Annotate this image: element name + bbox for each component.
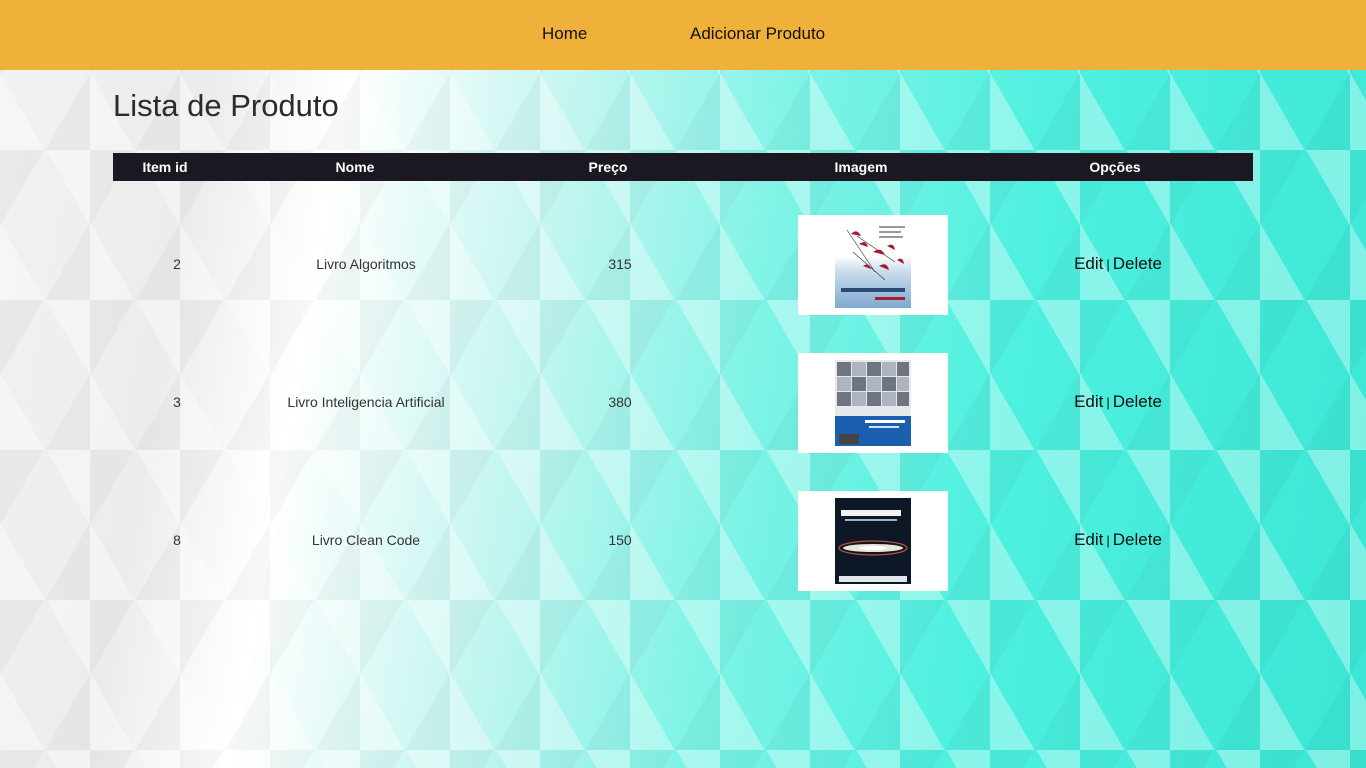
item-id-cell: 3 bbox=[173, 394, 181, 410]
algoritmos-book-cover bbox=[835, 222, 911, 308]
table-row: 2 Livro Algoritmos 315 Edit | Delete bbox=[113, 215, 1253, 315]
table-header: Item id Nome Preço Imagem Opções bbox=[113, 153, 1253, 181]
edit-link[interactable]: Edit bbox=[1074, 254, 1103, 273]
table-row: 3 Livro Inteligencia Artificial 380 Edit… bbox=[113, 353, 1253, 453]
item-id-cell: 2 bbox=[173, 256, 181, 272]
preco-cell: 150 bbox=[608, 532, 632, 548]
nav-add-product-link[interactable]: Adicionar Produto bbox=[690, 24, 825, 44]
preco-cell: 380 bbox=[608, 394, 632, 410]
delete-link[interactable]: Delete bbox=[1113, 392, 1162, 411]
row-options: Edit | Delete bbox=[1074, 392, 1162, 412]
column-header-opcoes: Opções bbox=[1089, 159, 1141, 175]
column-header-preco: Preço bbox=[588, 159, 628, 175]
column-header-item-id: Item id bbox=[142, 159, 188, 175]
options-separator: | bbox=[1106, 257, 1110, 272]
column-header-imagem: Imagem bbox=[834, 159, 888, 175]
options-separator: | bbox=[1106, 533, 1110, 548]
edit-link[interactable]: Edit bbox=[1074, 392, 1103, 411]
product-image bbox=[798, 491, 948, 591]
row-options: Edit | Delete bbox=[1074, 254, 1162, 274]
product-image bbox=[798, 353, 948, 453]
options-separator: | bbox=[1106, 395, 1110, 410]
product-image bbox=[798, 215, 948, 315]
delete-link[interactable]: Delete bbox=[1113, 254, 1162, 273]
edit-link[interactable]: Edit bbox=[1074, 530, 1103, 549]
page-title: Lista de Produto bbox=[113, 88, 339, 123]
inteligencia-artificial-book-cover bbox=[835, 360, 911, 446]
preco-cell: 315 bbox=[608, 256, 632, 272]
table-row: 8 Livro Clean Code 150 Edit | Delete bbox=[113, 491, 1253, 591]
nome-cell: Livro Inteligencia Artificial bbox=[287, 394, 445, 410]
nome-cell: Livro Algoritmos bbox=[316, 256, 416, 272]
nav-home-link[interactable]: Home bbox=[542, 24, 587, 44]
item-id-cell: 8 bbox=[173, 532, 181, 548]
codigo-limpo-book-cover bbox=[835, 498, 911, 584]
nome-cell: Livro Clean Code bbox=[311, 532, 421, 548]
row-options: Edit | Delete bbox=[1074, 530, 1162, 550]
column-header-nome: Nome bbox=[335, 159, 375, 175]
delete-link[interactable]: Delete bbox=[1113, 530, 1162, 549]
top-navbar: Home Adicionar Produto bbox=[0, 0, 1366, 70]
